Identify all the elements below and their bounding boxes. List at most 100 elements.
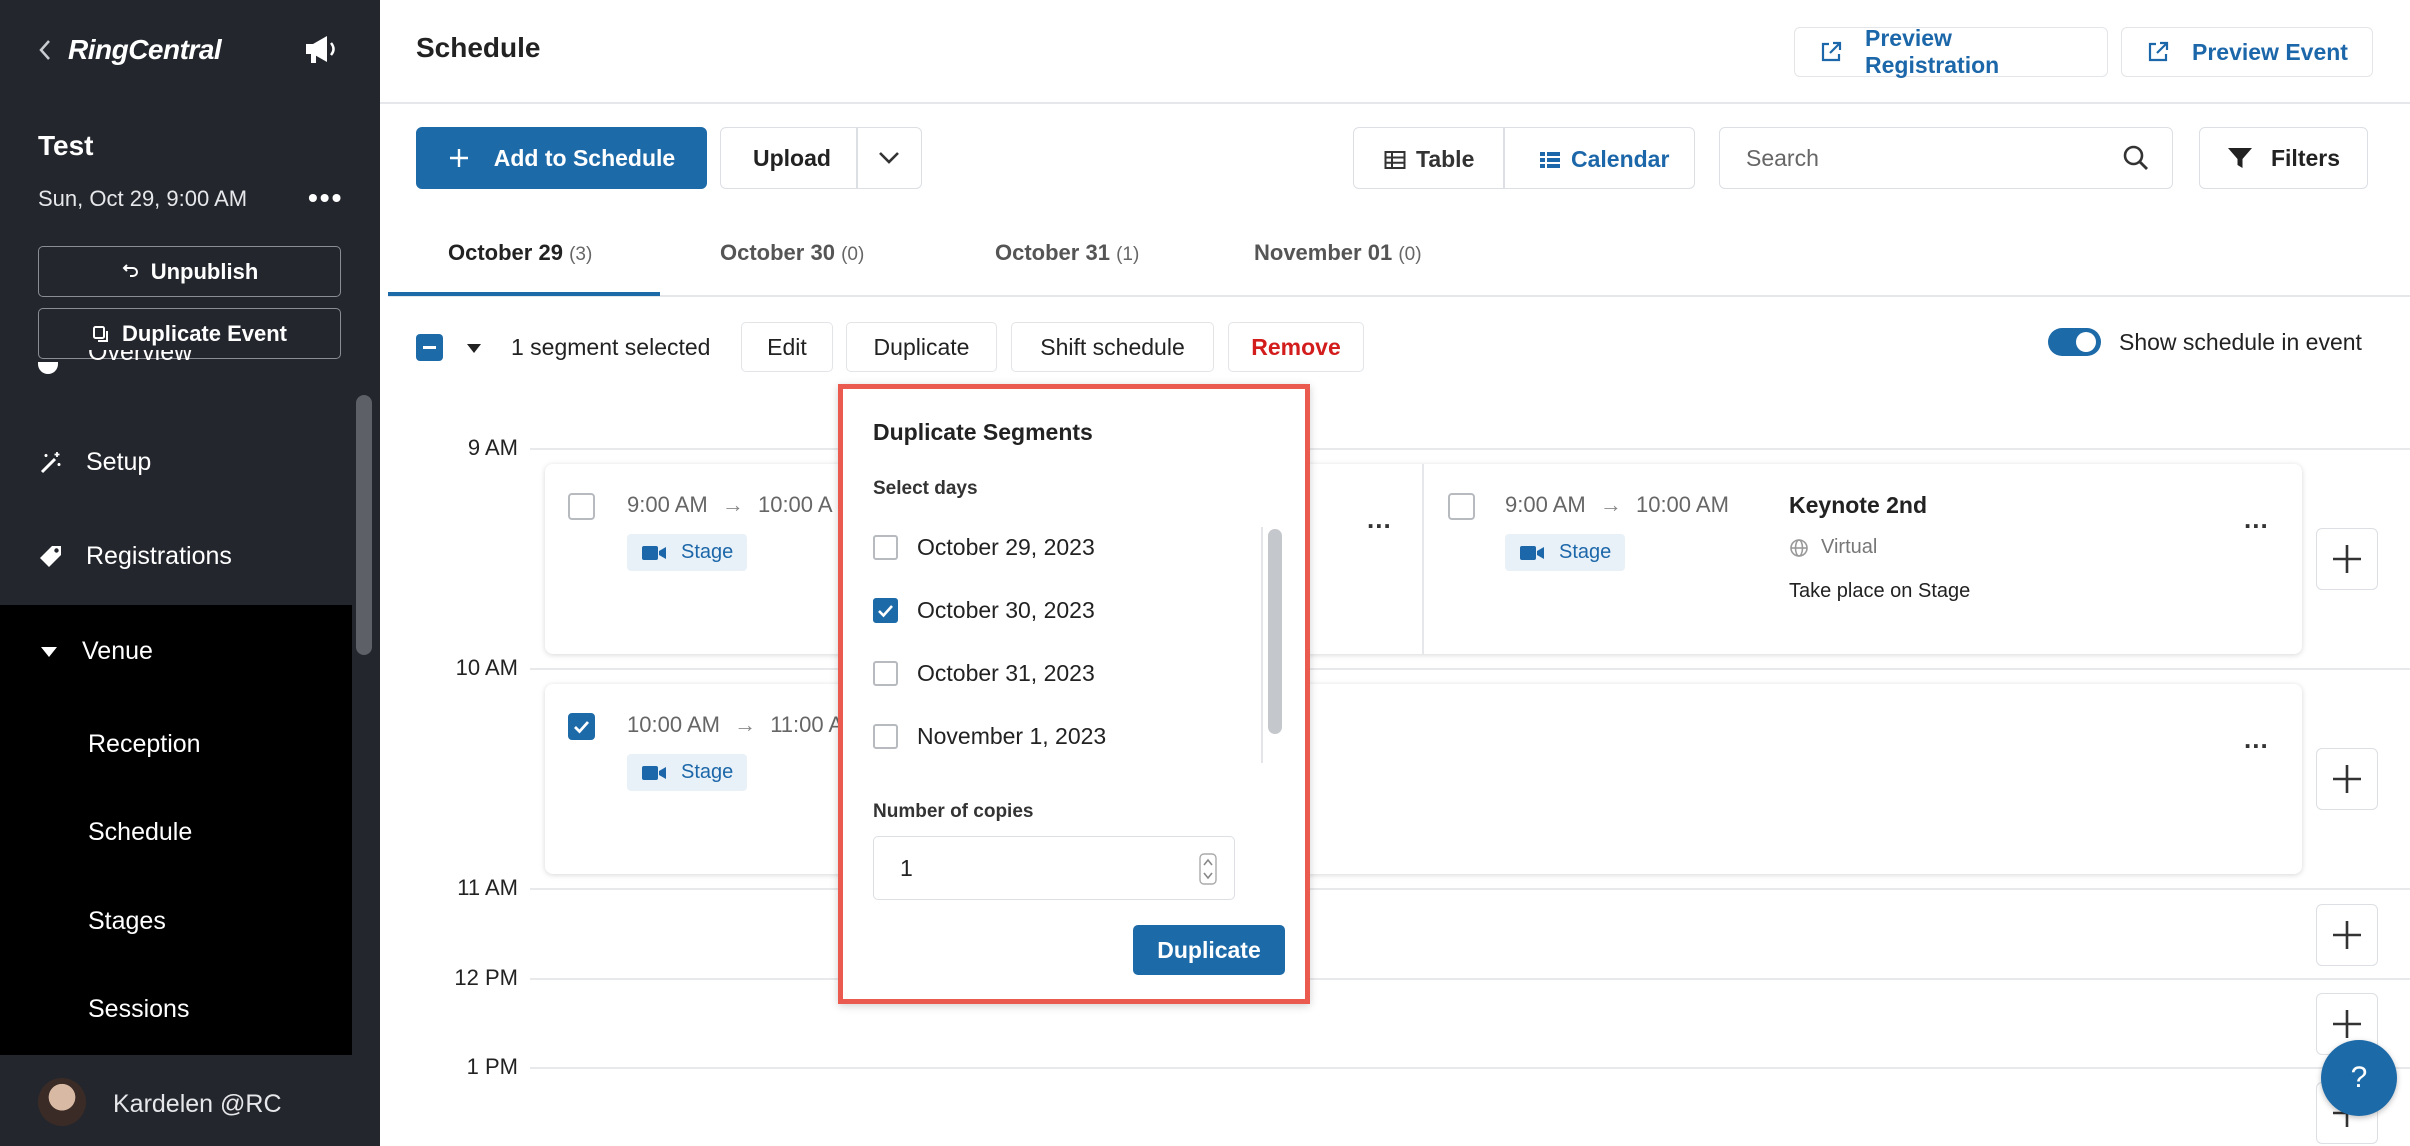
segment-menu-icon[interactable]: ... <box>1367 506 1392 532</box>
add-segment-button[interactable] <box>2316 528 2378 590</box>
sidebar-item-label: Setup <box>86 448 152 476</box>
overview-icon <box>38 362 58 374</box>
search-icon[interactable] <box>2122 144 2150 172</box>
undo-icon <box>121 263 139 280</box>
sidebar-item-stages[interactable]: Stages <box>88 907 166 936</box>
table-view-button[interactable]: Table <box>1384 146 1474 173</box>
tab-count: (3) <box>569 244 593 265</box>
event-date: Sun, Oct 29, 9:00 AM <box>38 186 248 211</box>
show-schedule-toggle[interactable] <box>2048 328 2101 356</box>
tab-count: (0) <box>841 244 865 265</box>
day-checkbox[interactable] <box>873 724 898 749</box>
caret-down-icon[interactable] <box>465 343 483 354</box>
chevron-down-icon[interactable] <box>877 150 901 166</box>
sidebar-item-overview-label: Overview <box>88 350 193 366</box>
filters-button[interactable]: Filters <box>2199 127 2368 189</box>
more-options-icon[interactable]: ••• <box>308 182 343 214</box>
sidebar-item-sessions[interactable]: Sessions <box>88 995 189 1024</box>
upload-divider <box>856 128 858 188</box>
sidebar-item-reception[interactable]: Reception <box>88 730 201 759</box>
select-all-checkbox[interactable] <box>416 334 443 361</box>
day-checkbox[interactable] <box>873 661 898 686</box>
segment-checkbox[interactable] <box>568 713 595 740</box>
search-input[interactable]: Search <box>1719 127 2173 189</box>
segment-menu-icon[interactable]: ... <box>2244 726 2269 752</box>
sidebar-item-overview[interactable]: Overview <box>88 350 192 376</box>
segment-time: 9:00 AM → 10:00 A <box>627 492 833 518</box>
plus-icon <box>2333 921 2361 949</box>
day-checkbox[interactable] <box>873 598 898 623</box>
filters-label: Filters <box>2270 144 2341 171</box>
user-name: Kardelen @RC <box>113 1090 282 1118</box>
shift-schedule-button[interactable]: Shift schedule <box>1011 322 1214 372</box>
unpublish-button[interactable]: Unpublish <box>38 246 341 297</box>
tab-count: (0) <box>1398 244 1422 265</box>
segment-time: 9:00 AM → 10:00 AM <box>1505 492 1729 518</box>
grid-line <box>530 978 2410 980</box>
sidebar-item-schedule[interactable]: Schedule <box>88 818 192 847</box>
sidebar-item-label: Venue <box>82 637 153 665</box>
user-footer[interactable]: Kardelen @RC <box>0 1056 380 1146</box>
copies-input[interactable]: 1 <box>873 836 1235 900</box>
arrow-right-icon: → <box>721 492 744 517</box>
sidebar-scrollbar[interactable] <box>356 395 372 655</box>
sidebar-item-label: Registrations <box>86 542 232 570</box>
duplicate-button[interactable]: Duplicate <box>846 322 997 372</box>
tab-november-01[interactable]: November 01 (0) <box>1254 240 1422 266</box>
segment-start-time: 10:00 AM <box>627 712 720 737</box>
video-camera-icon <box>1519 544 1545 562</box>
segment-end-time: 11:00 A <box>770 712 844 737</box>
preview-registration-button[interactable]: Preview Registration <box>1794 25 2108 78</box>
day-option-nov-01[interactable]: November 1, 2023 <box>873 723 1106 750</box>
segment-checkbox[interactable] <box>568 493 595 520</box>
calendar-view-button[interactable]: Calendar <box>1539 146 1669 173</box>
remove-button[interactable]: Remove <box>1228 322 1364 372</box>
add-segment-button[interactable] <box>2316 904 2378 966</box>
sidebar-item-registrations[interactable]: Registrations <box>38 542 232 571</box>
sidebar: RingCentral Test Sun, Oct 29, 9:00 AM ••… <box>0 0 380 1146</box>
back-chevron-icon[interactable] <box>38 38 52 62</box>
calendar-icon <box>1539 150 1561 170</box>
segment-card-9am[interactable]: 9:00 AM → 10:00 A Stage ... 9:00 AM → 10… <box>545 464 2302 654</box>
day-option-oct-30[interactable]: October 30, 2023 <box>873 597 1095 624</box>
day-option-oct-31[interactable]: October 31, 2023 <box>873 660 1095 687</box>
number-stepper-icon[interactable] <box>1199 853 1217 885</box>
show-schedule-label: Show schedule in event <box>2119 329 2362 355</box>
preview-event-button[interactable]: Preview Event <box>2121 27 2373 77</box>
help-button[interactable]: ? <box>2321 1040 2397 1116</box>
tab-count: (1) <box>1116 244 1140 265</box>
sidebar-item-venue[interactable]: Venue <box>38 637 153 666</box>
days-list-scrollbar[interactable] <box>1268 529 1282 734</box>
view-toggle: Table Calendar <box>1353 127 1695 189</box>
tab-label: November 01 <box>1254 240 1393 265</box>
segment-start-time: 9:00 AM <box>1505 492 1586 517</box>
add-label: Add to Schedule <box>493 144 676 171</box>
time-label-1pm: 1 PM <box>466 1054 518 1079</box>
stage-label: Stage <box>681 761 734 783</box>
edit-button[interactable]: Edit <box>741 322 833 372</box>
event-name: Test <box>38 130 94 161</box>
stage-badge: Stage <box>627 754 748 791</box>
duplicate-event-label: Duplicate Event <box>121 320 288 346</box>
segment-card-10am[interactable]: 10:00 AM → 11:00 A Stage ... <box>545 684 2302 874</box>
day-checkbox[interactable] <box>873 535 898 560</box>
tab-october-31[interactable]: October 31 (1) <box>995 240 1139 266</box>
tab-october-29[interactable]: October 29 (3) <box>448 240 592 266</box>
view-divider <box>1503 128 1505 188</box>
add-to-schedule-button[interactable]: Add to Schedule <box>416 127 707 189</box>
segment-end-time: 10:00 AM <box>1635 492 1729 517</box>
megaphone-icon[interactable] <box>303 33 339 65</box>
stage-badge: Stage <box>627 534 748 571</box>
grid-line <box>530 448 2410 450</box>
segment-menu-icon[interactable]: ... <box>2244 506 2269 532</box>
stage-label: Stage <box>681 541 734 563</box>
popup-duplicate-button[interactable]: Duplicate <box>1133 925 1285 975</box>
segment-start-time: 9:00 AM <box>627 492 708 517</box>
segment-checkbox[interactable] <box>1448 493 1475 520</box>
venue-section: Venue Reception Schedule Stages Sessions <box>0 605 352 1055</box>
sidebar-item-setup[interactable]: Setup <box>38 448 151 477</box>
add-segment-button[interactable] <box>2316 748 2378 810</box>
tab-october-30[interactable]: October 30 (0) <box>720 240 864 266</box>
grid-line <box>530 668 2410 670</box>
day-option-oct-29[interactable]: October 29, 2023 <box>873 534 1095 561</box>
